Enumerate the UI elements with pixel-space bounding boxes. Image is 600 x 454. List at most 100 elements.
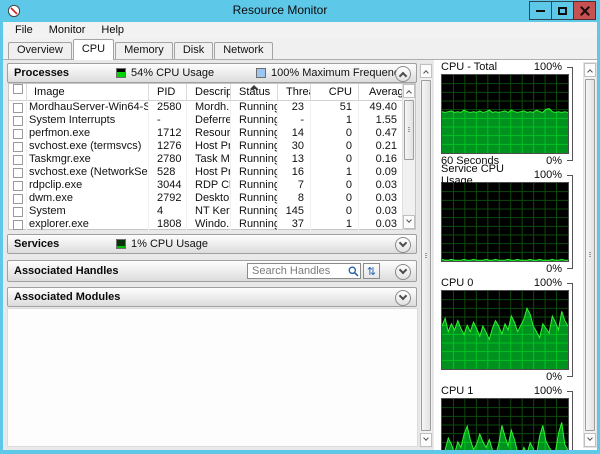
column-header-average[interactable]: Averag...	[359, 84, 404, 101]
left-pane: Processes 54% CPU Usage 100% Maximum Fre…	[3, 60, 434, 450]
graph-pane-scrollbar-thumb[interactable]	[585, 79, 595, 431]
tab-cpu[interactable]: CPU	[72, 39, 115, 60]
graph-pane-scrollbar[interactable]	[583, 62, 597, 448]
table-cell: -	[149, 114, 187, 127]
table-cell: 1712	[149, 127, 187, 140]
row-checkbox[interactable]	[12, 115, 23, 126]
select-all-checkbox[interactable]	[12, 84, 23, 94]
graph-canvas	[441, 74, 569, 154]
column-header-pid[interactable]: PID	[149, 84, 187, 101]
left-pane-scrollbar[interactable]	[419, 63, 433, 448]
minimize-button[interactable]	[529, 1, 552, 20]
left-pane-scroll-down-button[interactable]	[420, 433, 432, 447]
tab-network[interactable]: Network	[214, 42, 273, 59]
column-header-description[interactable]: Descrip...	[187, 84, 231, 101]
graph-axis-bracket	[567, 391, 573, 450]
select-all-column-header[interactable]	[9, 84, 27, 101]
table-row[interactable]: System Interrupts-Deferre...Running-11.5…	[9, 114, 415, 127]
modules-panel-header: Associated Modules	[7, 287, 417, 307]
handles-expand-button[interactable]	[395, 264, 411, 280]
graph-canvas	[441, 398, 569, 450]
left-pane-scroll-up-button[interactable]	[420, 64, 432, 78]
table-scrollbar-thumb[interactable]	[404, 100, 414, 160]
graph-min-label: 0%	[546, 155, 562, 167]
row-checkbox[interactable]	[12, 206, 23, 217]
max-frequency-mini-graph-icon	[256, 68, 266, 78]
table-row[interactable]: MordhauServer-Win64-Ship...2580Mordh...R…	[9, 101, 415, 114]
row-checkbox[interactable]	[12, 154, 23, 165]
maximize-button[interactable]	[551, 1, 574, 20]
table-cell: Running	[231, 179, 278, 192]
menu-monitor[interactable]: Monitor	[41, 23, 94, 37]
menu-bar: File Monitor Help	[3, 22, 597, 38]
table-cell: 4	[149, 205, 187, 218]
graph-canvas	[441, 290, 569, 370]
table-scroll-down-button[interactable]	[403, 215, 415, 229]
column-header-status[interactable]: Status	[231, 84, 278, 101]
table-row[interactable]: rdpclip.exe3044RDP Cli...Running700.03	[9, 179, 415, 192]
chevron-down-icon	[423, 435, 429, 441]
left-pane-scrollbar-thumb[interactable]	[421, 80, 431, 431]
table-row[interactable]: perfmon.exe1712Resour...Running1400.47	[9, 127, 415, 140]
modules-expand-button[interactable]	[395, 290, 411, 306]
table-cell: 0.16	[359, 153, 404, 166]
table-cell: 0.47	[359, 127, 404, 140]
table-cell: 0	[311, 205, 359, 218]
tab-memory[interactable]: Memory	[115, 42, 173, 59]
cpu-usage-legend: 54% CPU Usage	[116, 67, 214, 79]
cpu-usage-label: 54% CPU Usage	[131, 67, 215, 79]
column-header-cpu[interactable]: CPU	[311, 84, 359, 101]
services-expand-button[interactable]	[395, 237, 411, 253]
menu-file[interactable]: File	[7, 23, 41, 37]
table-row[interactable]: System4NT Ker...Running14500.03	[9, 205, 415, 218]
table-cell: Running	[231, 114, 278, 127]
graph-title: CPU 1	[441, 385, 474, 397]
graph-pane-scroll-up-button[interactable]	[584, 63, 596, 77]
services-panel-header: Services 1% CPU Usage	[7, 234, 417, 254]
graph-cpu-1: CPU 1 100%	[441, 384, 574, 450]
graph-cpu-0: CPU 0 100% 0%	[441, 276, 574, 384]
title-bar[interactable]: Resource Monitor	[0, 0, 600, 22]
menu-help[interactable]: Help	[93, 23, 132, 37]
table-row[interactable]: dwm.exe2792Deskto...Running800.03	[9, 192, 415, 205]
close-button[interactable]	[573, 1, 596, 20]
row-checkbox[interactable]	[12, 219, 23, 230]
tab-strip: Overview CPU Memory Disk Network	[3, 38, 597, 60]
graph-list: CPU - Total 100% 60 Seconds 0% Service CPU…	[441, 60, 574, 450]
table-row[interactable]: svchost.exe (NetworkService)528Host Pr..…	[9, 166, 415, 179]
row-checkbox[interactable]	[12, 180, 23, 191]
search-handles-input[interactable]	[247, 263, 361, 279]
table-row[interactable]: svchost.exe (termsvcs)1276Host Pr...Runn…	[9, 140, 415, 153]
tab-disk[interactable]: Disk	[173, 42, 214, 59]
table-row[interactable]: explorer.exe1808Windo...Running3710.03	[9, 218, 415, 231]
table-scroll-up-button[interactable]	[403, 84, 415, 98]
service-cpu-chart	[441, 183, 568, 261]
row-checkbox[interactable]	[12, 167, 23, 178]
column-header-threads[interactable]: Threads	[278, 84, 311, 101]
table-cell: Task M...	[187, 153, 231, 166]
table-cell: 37	[278, 218, 311, 231]
processes-panel-title: Processes	[14, 67, 70, 79]
column-header-image[interactable]: Image	[27, 84, 149, 101]
graph-pane-scroll-down-button[interactable]	[584, 433, 596, 447]
row-checkbox[interactable]	[12, 102, 23, 113]
processes-collapse-button[interactable]	[395, 66, 411, 82]
table-cell: 0.03	[359, 218, 404, 231]
refresh-handles-button[interactable]: ⇅	[363, 263, 380, 279]
search-icon[interactable]	[348, 266, 359, 277]
row-checkbox[interactable]	[12, 141, 23, 152]
table-row[interactable]: Taskmgr.exe2780Task M...Running1300.16	[9, 153, 415, 166]
row-checkbox[interactable]	[12, 193, 23, 204]
table-cell: 7	[278, 179, 311, 192]
graph-max-label: 100%	[533, 385, 562, 397]
table-cell: 1	[311, 114, 359, 127]
window-title: Resource Monitor	[232, 3, 328, 17]
graph-axis-bracket	[567, 67, 573, 161]
table-scrollbar[interactable]	[402, 84, 415, 229]
table-cell: 16	[278, 166, 311, 179]
table-cell: 3044	[149, 179, 187, 192]
table-cell: 528	[149, 166, 187, 179]
tab-overview[interactable]: Overview	[8, 42, 72, 59]
services-cpu-mini-graph-icon	[116, 239, 126, 249]
row-checkbox[interactable]	[12, 128, 23, 139]
